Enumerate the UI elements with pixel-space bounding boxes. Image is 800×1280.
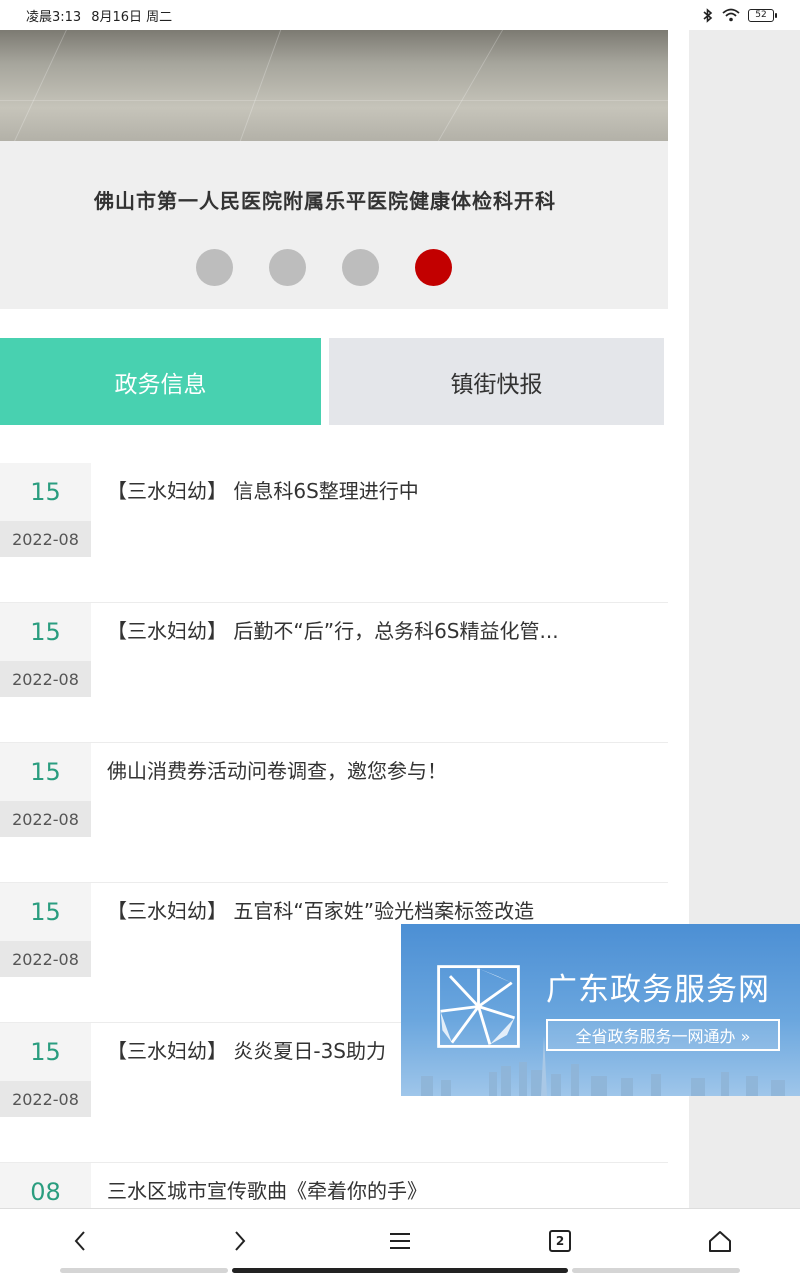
carousel-caption-area: 佛山市第一人民医院附属乐平医院健康体检科开科 [0, 141, 668, 309]
page-indicator-left [60, 1268, 228, 1273]
status-time: 凌晨3:13 [26, 9, 82, 25]
tab-count-icon: 2 [549, 1230, 571, 1252]
news-date-day: 15 [0, 463, 91, 521]
gd-gov-service-ad[interactable]: 广东政务服务网 全省政务服务一网通办 » [401, 924, 800, 1096]
carousel-dot-4[interactable] [415, 249, 452, 286]
home-button[interactable] [700, 1221, 740, 1261]
news-date-year-month: 2022-08 [0, 941, 91, 977]
bluetooth-icon [703, 7, 713, 23]
news-title[interactable]: 【三水妇幼】 五官科“百家姓”验光档案标签改造 [107, 895, 597, 924]
carousel-dot-1[interactable] [196, 249, 233, 286]
news-date-year-month: 2022-08 [0, 801, 91, 837]
forward-button[interactable] [220, 1221, 260, 1261]
news-item[interactable]: 15 2022-08 【三水妇幼】 信息科6S整理进行中 [0, 463, 668, 603]
news-date-day: 15 [0, 743, 91, 801]
chevron-right-icon [235, 1231, 246, 1251]
tab-town-news[interactable]: 镇街快报 [329, 338, 664, 425]
home-icon [709, 1231, 731, 1252]
carousel-dots [196, 249, 452, 286]
news-item[interactable]: 15 2022-08 【三水妇幼】 后勤不“后”行，总务科6S精益化管... [0, 603, 668, 743]
news-title[interactable]: 【三水妇幼】 后勤不“后”行，总务科6S精益化管... [107, 615, 597, 644]
news-item[interactable]: 15 2022-08 佛山消费券活动问卷调查，邀您参与！ [0, 743, 668, 883]
tabs-button[interactable]: 2 [540, 1221, 580, 1261]
tab-gov-info[interactable]: 政务信息 [0, 338, 321, 425]
battery-icon: 52 [748, 8, 777, 22]
hamburger-icon [390, 1233, 410, 1249]
carousel-image[interactable] [0, 30, 668, 141]
browser-page: 凌晨3:13 8月16日 周二 52 佛山市第一人民医院附属乐平医院健康体检科开… [0, 0, 800, 1280]
back-button[interactable] [60, 1221, 100, 1261]
city-skyline-icon [421, 1036, 785, 1096]
chevron-left-icon [74, 1231, 85, 1251]
status-date: 8月16日 周二 [91, 9, 173, 25]
gesture-handle[interactable] [232, 1268, 568, 1273]
news-title[interactable]: 三水区城市宣传歌曲《牵着你的手》 [107, 1175, 597, 1204]
news-date-day: 15 [0, 1023, 91, 1081]
menu-button[interactable] [380, 1221, 420, 1261]
carousel-dot-3[interactable] [342, 249, 379, 286]
news-title[interactable]: 【三水妇幼】 信息科6S整理进行中 [107, 475, 597, 504]
news-date-year-month: 2022-08 [0, 661, 91, 697]
status-left: 凌晨3:13 8月16日 周二 [26, 6, 172, 25]
news-date-year-month: 2022-08 [0, 1081, 91, 1117]
carousel-dot-2[interactable] [269, 249, 306, 286]
browser-bottom-nav: 2 [0, 1208, 800, 1280]
status-bar: 凌晨3:13 8月16日 周二 52 [0, 0, 800, 30]
carousel-caption[interactable]: 佛山市第一人民医院附属乐平医院健康体检科开科 [0, 185, 650, 214]
news-date-year-month: 2022-08 [0, 521, 91, 557]
wifi-icon [722, 8, 740, 22]
news-date-day: 15 [0, 603, 91, 661]
news-date-day: 15 [0, 883, 91, 941]
ad-title: 广东政务服务网 [546, 972, 770, 1008]
page-indicator-right [572, 1268, 740, 1273]
news-title[interactable]: 佛山消费券活动问卷调查，邀您参与！ [107, 755, 597, 784]
status-right: 52 [702, 7, 777, 23]
